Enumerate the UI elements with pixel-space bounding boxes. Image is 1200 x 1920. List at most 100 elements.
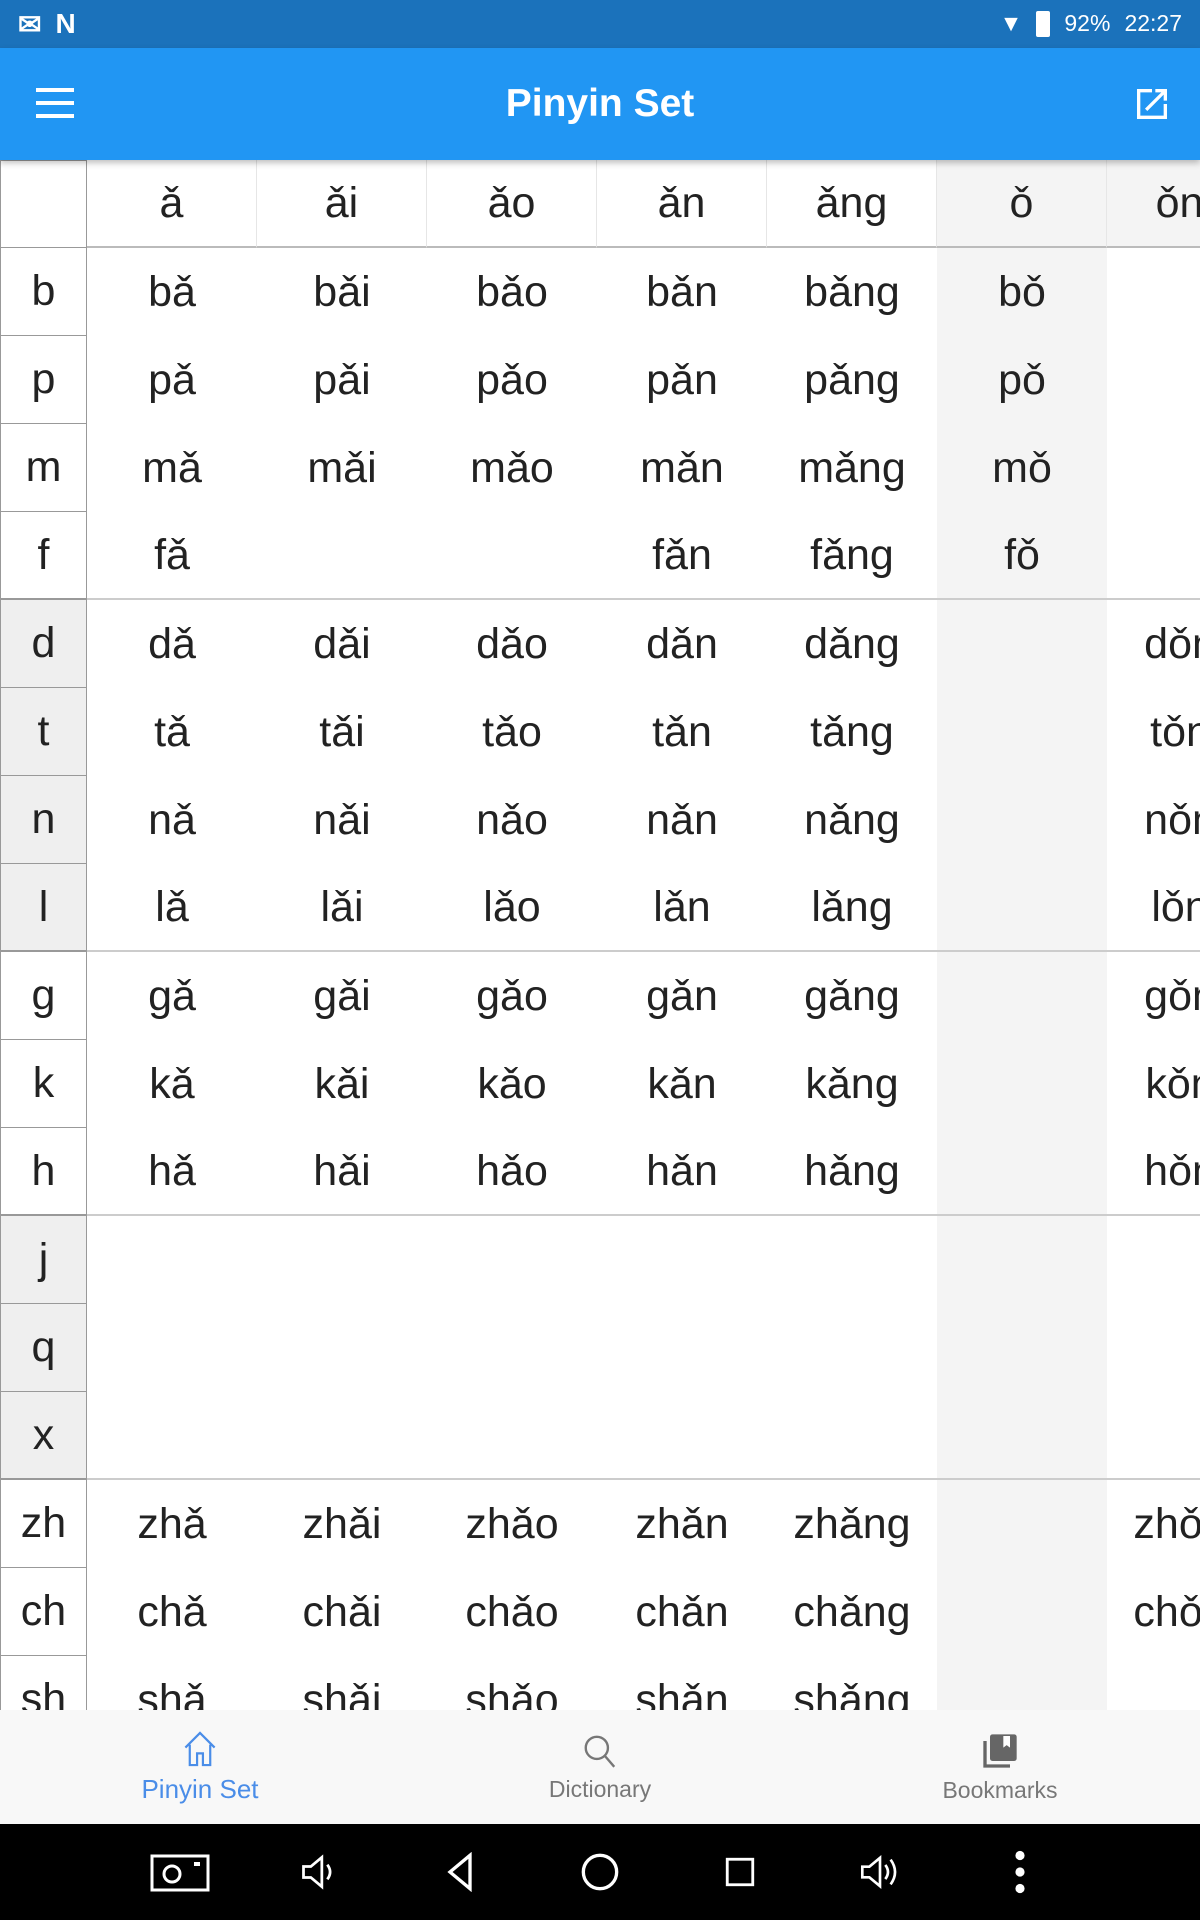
pinyin-cell[interactable]: gǎ: [87, 952, 257, 1040]
pinyin-cell[interactable]: hǎn: [597, 1128, 767, 1216]
pinyin-cell[interactable]: bǎng: [767, 248, 937, 336]
tab-dictionary[interactable]: Dictionary: [400, 1710, 800, 1824]
pinyin-cell[interactable]: fǎ: [87, 512, 257, 600]
pinyin-cell[interactable]: nǎn: [597, 776, 767, 864]
pinyin-cell[interactable]: chǎo: [427, 1568, 597, 1656]
pinyin-cell[interactable]: kǎng: [767, 1040, 937, 1128]
wifi-icon: ▼: [999, 10, 1023, 36]
pinyin-cell[interactable]: mǎng: [767, 424, 937, 512]
pinyin-cell[interactable]: mǎi: [257, 424, 427, 512]
pinyin-cell[interactable]: hǒng: [1107, 1128, 1200, 1216]
pinyin-cell[interactable]: dǎi: [257, 600, 427, 688]
pinyin-cell[interactable]: shǎi: [257, 1656, 427, 1711]
pinyin-cell[interactable]: mǒ: [937, 424, 1107, 512]
pinyin-cell[interactable]: dǎn: [597, 600, 767, 688]
back-icon[interactable]: [390, 1852, 530, 1892]
row-header-x: x: [0, 1392, 87, 1480]
pinyin-cell[interactable]: dǒng: [1107, 600, 1200, 688]
pinyin-cell[interactable]: fǎng: [767, 512, 937, 600]
pinyin-cell[interactable]: dǎ: [87, 600, 257, 688]
pinyin-cell[interactable]: dǎo: [427, 600, 597, 688]
pinyin-cell[interactable]: zhǎ: [87, 1480, 257, 1568]
pinyin-cell[interactable]: kǒng: [1107, 1040, 1200, 1128]
pinyin-cell[interactable]: shǎ: [87, 1656, 257, 1711]
pinyin-cell[interactable]: mǎ: [87, 424, 257, 512]
pinyin-cell[interactable]: chǎng: [767, 1568, 937, 1656]
pinyin-cell[interactable]: kǎi: [257, 1040, 427, 1128]
pinyin-cell[interactable]: kǎn: [597, 1040, 767, 1128]
pinyin-cell[interactable]: hǎi: [257, 1128, 427, 1216]
pinyin-cell: [937, 1568, 1107, 1656]
pinyin-cell[interactable]: bǎi: [257, 248, 427, 336]
pinyin-cell[interactable]: bǎn: [597, 248, 767, 336]
pinyin-cell: [257, 1304, 427, 1392]
volume-down-icon[interactable]: [250, 1850, 390, 1894]
pinyin-cell[interactable]: shǎng: [767, 1656, 937, 1711]
pinyin-cell[interactable]: pǎng: [767, 336, 937, 424]
pinyin-cell[interactable]: pǎn: [597, 336, 767, 424]
pinyin-cell[interactable]: tǎi: [257, 688, 427, 776]
open-external-icon[interactable]: [1132, 84, 1172, 124]
pinyin-cell[interactable]: pǎ: [87, 336, 257, 424]
pinyin-cell[interactable]: bǎ: [87, 248, 257, 336]
pinyin-cell[interactable]: kǎ: [87, 1040, 257, 1128]
pinyin-cell[interactable]: shǎn: [597, 1656, 767, 1711]
pinyin-cell[interactable]: tǎ: [87, 688, 257, 776]
pinyin-cell[interactable]: nǒng: [1107, 776, 1200, 864]
pinyin-cell[interactable]: bǒ: [937, 248, 1107, 336]
pinyin-cell[interactable]: tǒng: [1107, 688, 1200, 776]
pinyin-cell[interactable]: lǎo: [427, 864, 597, 952]
volume-up-icon[interactable]: [810, 1850, 950, 1894]
pinyin-cell[interactable]: gǎng: [767, 952, 937, 1040]
pinyin-cell[interactable]: mǎo: [427, 424, 597, 512]
pinyin-cell[interactable]: lǒng: [1107, 864, 1200, 952]
pinyin-cell: [1107, 336, 1200, 424]
pinyin-cell[interactable]: tǎo: [427, 688, 597, 776]
pinyin-cell[interactable]: zhǎi: [257, 1480, 427, 1568]
tab-bookmarks[interactable]: Bookmarks: [800, 1710, 1200, 1824]
pinyin-cell[interactable]: nǎi: [257, 776, 427, 864]
recents-icon[interactable]: [670, 1855, 810, 1889]
pinyin-cell[interactable]: zhǎo: [427, 1480, 597, 1568]
pinyin-cell[interactable]: gǎo: [427, 952, 597, 1040]
pinyin-cell[interactable]: nǎ: [87, 776, 257, 864]
pinyin-cell[interactable]: lǎng: [767, 864, 937, 952]
pinyin-cell[interactable]: bǎo: [427, 248, 597, 336]
pinyin-cell[interactable]: gǎi: [257, 952, 427, 1040]
pinyin-cell[interactable]: hǎo: [427, 1128, 597, 1216]
pinyin-cell[interactable]: pǎi: [257, 336, 427, 424]
pinyin-cell[interactable]: hǎng: [767, 1128, 937, 1216]
pinyin-cell[interactable]: pǒ: [937, 336, 1107, 424]
pinyin-cell[interactable]: mǎn: [597, 424, 767, 512]
pinyin-cell[interactable]: dǎng: [767, 600, 937, 688]
pinyin-cell[interactable]: lǎn: [597, 864, 767, 952]
pinyin-cell[interactable]: fǎn: [597, 512, 767, 600]
pinyin-cell[interactable]: chǎ: [87, 1568, 257, 1656]
tab-pinyin-set[interactable]: Pinyin Set: [0, 1710, 400, 1824]
pinyin-cell[interactable]: shǎo: [427, 1656, 597, 1711]
pinyin-cell[interactable]: chǎn: [597, 1568, 767, 1656]
pinyin-cell[interactable]: gǎn: [597, 952, 767, 1040]
screenshot-icon[interactable]: [110, 1852, 250, 1892]
pinyin-cell[interactable]: tǎn: [597, 688, 767, 776]
pinyin-cell[interactable]: zhǒng: [1107, 1480, 1200, 1568]
more-options-icon[interactable]: [950, 1850, 1090, 1894]
pinyin-cell[interactable]: lǎ: [87, 864, 257, 952]
pinyin-cell[interactable]: chǎi: [257, 1568, 427, 1656]
pinyin-cell[interactable]: nǎng: [767, 776, 937, 864]
pinyin-cell[interactable]: lǎi: [257, 864, 427, 952]
pinyin-cell[interactable]: nǎo: [427, 776, 597, 864]
pinyin-cell[interactable]: zhǎn: [597, 1480, 767, 1568]
pinyin-cell[interactable]: tǎng: [767, 688, 937, 776]
pinyin-cell[interactable]: gǒng: [1107, 952, 1200, 1040]
system-navigation-bar: [0, 1824, 1200, 1920]
pinyin-cell[interactable]: pǎo: [427, 336, 597, 424]
pinyin-cell[interactable]: hǎ: [87, 1128, 257, 1216]
pinyin-cell[interactable]: chǒng: [1107, 1568, 1200, 1656]
column-header: ǒng: [1107, 160, 1200, 248]
row-header-l: l: [0, 864, 87, 952]
pinyin-cell[interactable]: fǒ: [937, 512, 1107, 600]
pinyin-cell[interactable]: kǎo: [427, 1040, 597, 1128]
pinyin-cell[interactable]: zhǎng: [767, 1480, 937, 1568]
home-button-icon[interactable]: [530, 1852, 670, 1892]
